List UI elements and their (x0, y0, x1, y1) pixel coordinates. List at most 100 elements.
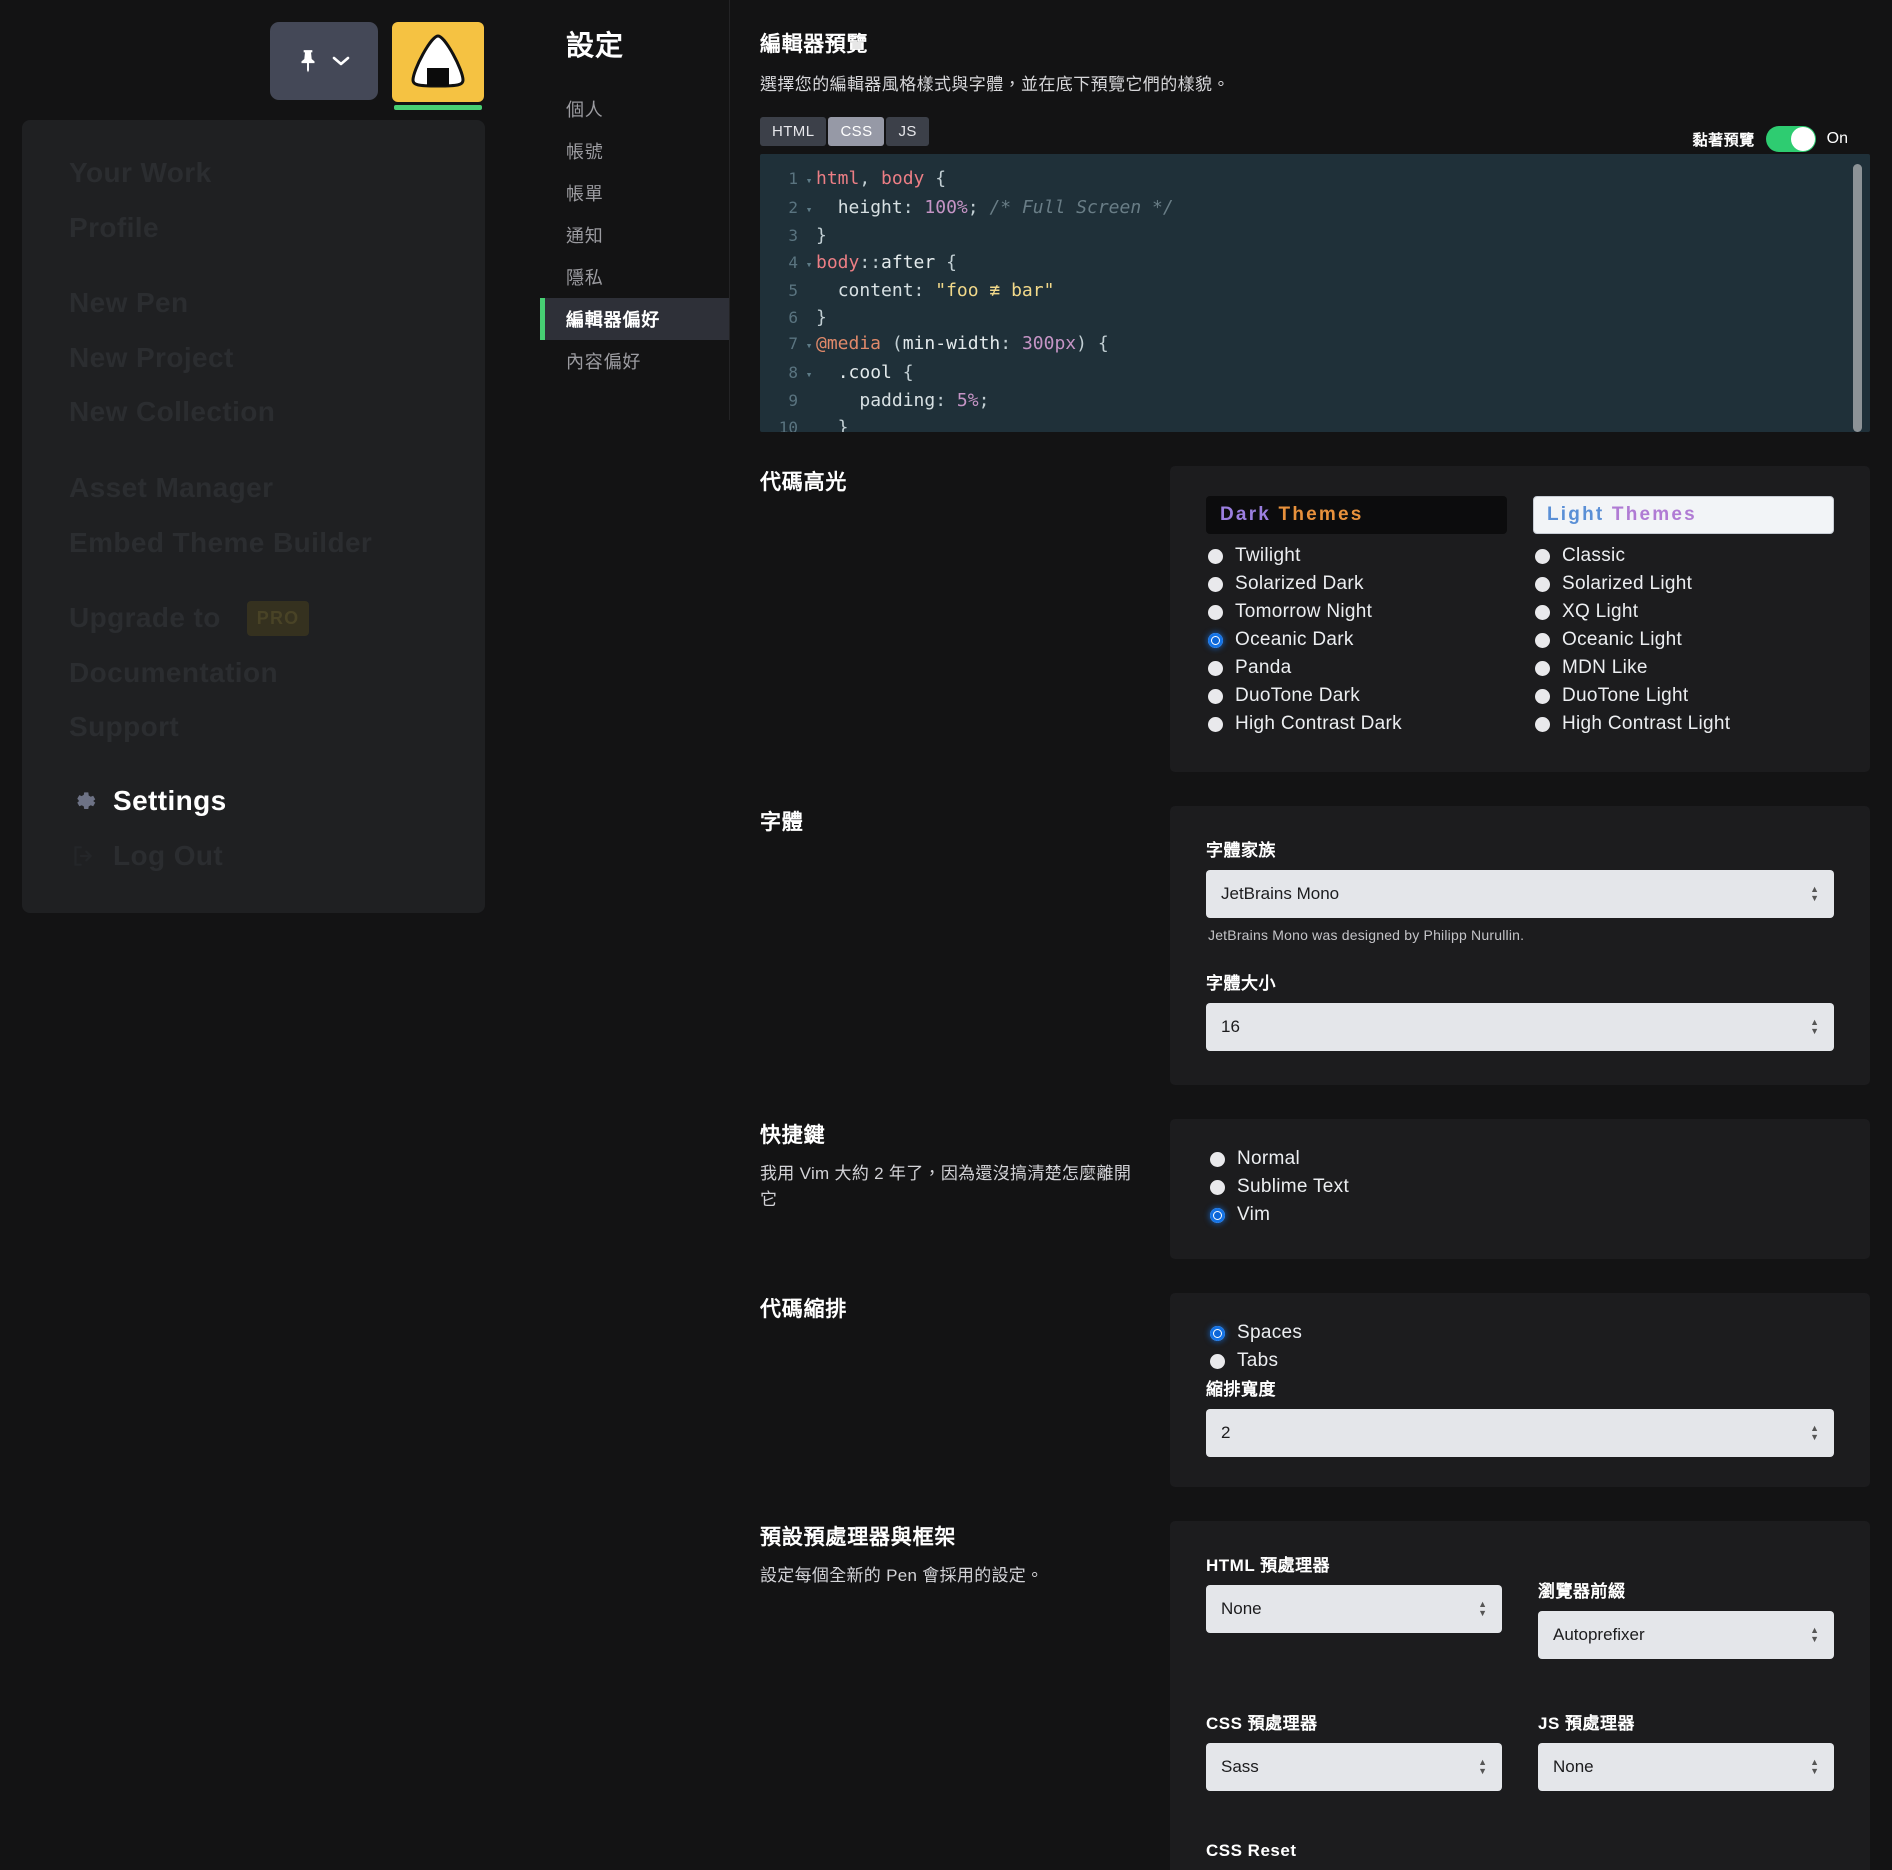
js-preprocessor-select[interactable]: None ▲▼ (1538, 1743, 1834, 1791)
sidebar-item-notifications[interactable]: 通知 (540, 214, 729, 256)
dark-theme-option[interactable]: Tomorrow Night (1206, 598, 1507, 626)
menu-item-settings[interactable]: Settings (22, 774, 485, 829)
dark-theme-option[interactable]: Panda (1206, 654, 1507, 682)
light-theme-option[interactable]: High Contrast Light (1533, 710, 1834, 738)
menu-item-label: Embed Theme Builder (69, 523, 372, 564)
dark-theme-option[interactable]: Solarized Dark (1206, 570, 1507, 598)
radio-button[interactable] (1210, 1354, 1225, 1369)
radio-button[interactable] (1208, 605, 1223, 620)
dark-themes-heading: Dark Themes (1206, 496, 1507, 534)
font-family-select[interactable]: JetBrains Mono ▲▼ (1206, 870, 1834, 918)
css-preprocessor-select[interactable]: Sass ▲▼ (1206, 1743, 1502, 1791)
radio-button[interactable] (1210, 1180, 1225, 1195)
fold-arrow-icon[interactable]: ▾ (802, 197, 816, 224)
sticky-preview-toggle[interactable] (1766, 126, 1816, 152)
radio-button[interactable] (1208, 633, 1223, 648)
radio-button[interactable] (1535, 689, 1550, 704)
menu-item-label: Upgrade to (69, 598, 221, 639)
font-size-select[interactable]: 16 ▲▼ (1206, 1003, 1834, 1051)
keybinding-option[interactable]: Sublime Text (1208, 1173, 1834, 1201)
vendor-prefix-select[interactable]: Autoprefixer ▲▼ (1538, 1611, 1834, 1659)
sidebar-item-privacy[interactable]: 隱私 (540, 256, 729, 298)
sidebar-item-content-preferences[interactable]: 內容偏好 (540, 340, 729, 382)
user-avatar-button[interactable] (392, 22, 484, 110)
menu-item-upgrade-to-pro[interactable]: Upgrade to PRO (22, 591, 485, 646)
light-themes-heading: Light Themes (1533, 496, 1834, 534)
indent-option[interactable]: Tabs (1208, 1347, 1834, 1375)
dark-theme-option[interactable]: High Contrast Dark (1206, 710, 1507, 738)
menu-item-support[interactable]: Support (22, 700, 485, 755)
font-size-value: 16 (1221, 1017, 1240, 1037)
sidebar-item-billing[interactable]: 帳單 (540, 172, 729, 214)
radio-button[interactable] (1535, 577, 1550, 592)
radio-button[interactable] (1210, 1152, 1225, 1167)
light-theme-option[interactable]: MDN Like (1533, 654, 1834, 682)
fold-arrow-icon[interactable]: ▾ (802, 168, 816, 195)
keybinding-option[interactable]: Normal (1208, 1145, 1834, 1173)
sidebar-item-label: 帳單 (566, 184, 604, 204)
section-indentation: 代碼縮排 SpacesTabs 縮排寬度 2 ▲▼ (760, 1293, 1870, 1487)
light-theme-option[interactable]: Classic (1533, 542, 1834, 570)
menu-item-new-pen[interactable]: New Pen (22, 276, 485, 331)
sidebar-item-editor-preferences[interactable]: 編輯器偏好 (540, 298, 729, 340)
tab-js[interactable]: JS (886, 117, 928, 146)
fold-arrow-icon[interactable]: ▾ (802, 252, 816, 279)
dark-theme-option[interactable]: Oceanic Dark (1206, 626, 1507, 654)
menu-item-new-collection[interactable]: New Collection (22, 385, 485, 440)
radio-button[interactable] (1208, 717, 1223, 732)
section-preprocessors: 預設預處理器與框架 設定每個全新的 Pen 會採用的設定。 HTML 預處理器 … (760, 1521, 1870, 1870)
sidebar-item-account[interactable]: 帳號 (540, 130, 729, 172)
menu-divider (22, 255, 485, 276)
light-theme-option[interactable]: DuoTone Light (1533, 682, 1834, 710)
menu-divider (22, 570, 485, 591)
section-keybinding: 快捷鍵 我用 Vim 大約 2 年了，因為還沒搞清楚怎麼離開它 NormalSu… (760, 1119, 1870, 1259)
radio-button[interactable] (1535, 633, 1550, 648)
menu-item-embed-theme-builder[interactable]: Embed Theme Builder (22, 516, 485, 571)
dark-theme-option[interactable]: Twilight (1206, 542, 1507, 570)
menu-item-documentation[interactable]: Documentation (22, 646, 485, 701)
radio-button[interactable] (1210, 1326, 1225, 1341)
menu-item-profile[interactable]: Profile (22, 201, 485, 256)
light-theme-option[interactable]: Solarized Light (1533, 570, 1834, 598)
tab-css[interactable]: CSS (828, 117, 884, 146)
indent-option[interactable]: Spaces (1208, 1319, 1834, 1347)
radio-button[interactable] (1535, 605, 1550, 620)
fold-arrow-icon[interactable]: ▾ (802, 333, 816, 360)
radio-button[interactable] (1535, 717, 1550, 732)
dark-theme-option[interactable]: DuoTone Dark (1206, 682, 1507, 710)
indent-width-select[interactable]: 2 ▲▼ (1206, 1409, 1834, 1457)
radio-label: Tabs (1237, 1350, 1278, 1372)
light-theme-option[interactable]: XQ Light (1533, 598, 1834, 626)
radio-button[interactable] (1535, 549, 1550, 564)
radio-button[interactable] (1208, 689, 1223, 704)
pin-dropdown-button[interactable] (270, 22, 378, 100)
menu-item-your-work[interactable]: Your Work (22, 146, 485, 201)
menu-item-label: Documentation (69, 653, 278, 694)
font-family-help: JetBrains Mono was designed by Philipp N… (1208, 927, 1834, 943)
sidebar-item-personal[interactable]: 個人 (540, 88, 729, 130)
html-preprocessor-select[interactable]: None ▲▼ (1206, 1585, 1502, 1633)
fold-arrow-icon[interactable]: ▾ (802, 362, 816, 389)
radio-button[interactable] (1208, 549, 1223, 564)
radio-button[interactable] (1208, 661, 1223, 676)
radio-button[interactable] (1535, 661, 1550, 676)
line-number: 4 (760, 250, 802, 277)
dark-theme-list: TwilightSolarized DarkTomorrow NightOcea… (1206, 542, 1507, 738)
radio-button[interactable] (1210, 1208, 1225, 1223)
code-text: body::after { (816, 250, 957, 277)
code-text: height: 100%; /* Full Screen */ (816, 195, 1174, 222)
radio-button[interactable] (1208, 577, 1223, 592)
menu-item-log-out[interactable]: Log Out (22, 829, 485, 884)
section-font: 字體 字體家族 JetBrains Mono ▲▼ JetBrains Mono… (760, 806, 1870, 1085)
page-subtitle: 選擇您的編輯器風格樣式與字體，並在底下預覽它們的樣貌。 (760, 70, 1870, 95)
keybinding-option[interactable]: Vim (1208, 1201, 1834, 1229)
menu-item-asset-manager[interactable]: Asset Manager (22, 461, 485, 516)
code-line: 4▾body::after { (760, 250, 1870, 279)
code-editor-preview[interactable]: 1▾html, body {2▾ height: 100%; /* Full S… (760, 154, 1870, 432)
menu-item-new-project[interactable]: New Project (22, 331, 485, 386)
css-preprocessor-field: CSS 預處理器 Sass ▲▼ (1206, 1709, 1502, 1791)
code-scrollbar[interactable] (1853, 164, 1862, 432)
radio-label: High Contrast Light (1562, 713, 1730, 735)
tab-html[interactable]: HTML (760, 117, 826, 146)
light-theme-option[interactable]: Oceanic Light (1533, 626, 1834, 654)
